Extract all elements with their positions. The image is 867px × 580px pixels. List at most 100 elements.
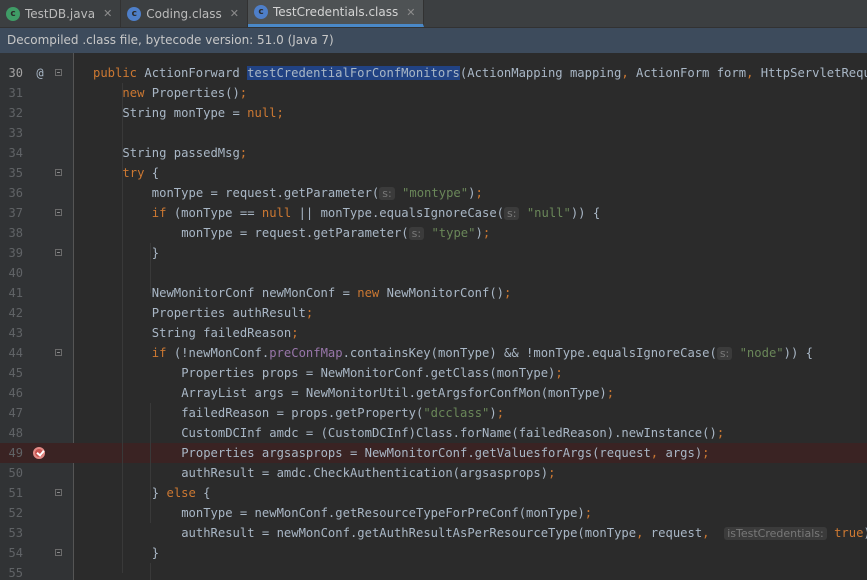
- fold-toggle-icon[interactable]: [55, 69, 62, 76]
- code-token: ActionForward: [137, 66, 248, 80]
- code-line[interactable]: 31 new Properties();: [0, 83, 867, 103]
- code-token: ): [489, 406, 497, 420]
- code-token: CustomDCInf amdc = (CustomDCInf)Class.fo…: [181, 426, 717, 440]
- close-icon[interactable]: ✕: [230, 7, 239, 20]
- code-token: authResult = newMonConf.getAuthResultAsP…: [181, 526, 637, 540]
- code-text: Properties authResult;: [152, 303, 313, 323]
- code-token: ,: [702, 526, 710, 540]
- breakpoint-icon[interactable]: [33, 447, 45, 459]
- code-token: ;: [239, 146, 248, 160]
- code-line[interactable]: 41 NewMonitorConf newMonConf = new NewMon…: [0, 283, 867, 303]
- tab-coding-class[interactable]: c Coding.class ✕: [121, 0, 248, 27]
- parameter-hint: s:: [716, 347, 733, 360]
- code-line[interactable]: 51} else {: [0, 483, 867, 503]
- code-token: }: [151, 546, 160, 560]
- code-token: ArrayList args = NewMonitorUtil.getArgsf…: [181, 386, 607, 400]
- close-icon[interactable]: ✕: [103, 7, 112, 20]
- code-text: String monType = null;: [122, 103, 283, 123]
- code-line[interactable]: 40: [0, 263, 867, 283]
- code-token: monType = newMonConf.getResourceTypeForP…: [181, 506, 585, 520]
- indent-guide: [150, 403, 151, 523]
- code-editor[interactable]: 30 @ public ActionForward testCredentialFo…: [0, 53, 867, 580]
- code-token: ;: [291, 326, 299, 340]
- code-line[interactable]: 35 try {: [0, 163, 867, 183]
- fold-toggle-icon[interactable]: [55, 169, 62, 176]
- fold-toggle-icon[interactable]: [55, 549, 62, 556]
- code-line[interactable]: 46 ArrayList args = NewMonitorUtil.getArg…: [0, 383, 867, 403]
- code-line[interactable]: 34 String passedMsg;: [0, 143, 867, 163]
- fold-toggle-icon[interactable]: [55, 249, 62, 256]
- code-token: if: [151, 206, 167, 220]
- code-token: NewMonitorConf(): [379, 286, 505, 300]
- code-line[interactable]: 45 Properties props = NewMonitorConf.getC…: [0, 363, 867, 383]
- override-annotation-icon[interactable]: @: [33, 63, 47, 83]
- code-token: }: [151, 246, 160, 260]
- code-line[interactable]: 33: [0, 123, 867, 143]
- code-line[interactable]: 36 monType = request.getParameter(s: "mon…: [0, 183, 867, 203]
- line-number: 33: [8, 126, 23, 140]
- code-token: new: [122, 86, 145, 100]
- code-token: Properties(): [144, 86, 240, 100]
- code-line[interactable]: 38 monType = request.getParameter(s: "typ…: [0, 223, 867, 243]
- code-line[interactable]: 53 authResult = newMonConf.getAuthResultA…: [0, 523, 867, 543]
- code-line[interactable]: 55: [0, 563, 867, 580]
- decompiled-info-banner: Decompiled .class file, bytecode version…: [0, 28, 867, 53]
- code-line[interactable]: 50 authResult = amdc.CheckAuthentication(…: [0, 463, 867, 483]
- code-token: null: [247, 106, 277, 120]
- code-token: ;: [555, 366, 563, 380]
- class-file-icon: c: [254, 5, 268, 19]
- code-token: "null": [526, 206, 571, 220]
- code-line[interactable]: 47 failedReason = props.getProperty("dccl…: [0, 403, 867, 423]
- line-number: 52: [8, 506, 23, 520]
- tab-testdb-java[interactable]: c TestDB.java ✕: [0, 0, 122, 27]
- fold-toggle-icon[interactable]: [55, 349, 62, 356]
- code-token: "type": [431, 226, 476, 240]
- code-token: else: [166, 486, 196, 500]
- code-token: )) {: [783, 346, 813, 360]
- code-token: ;: [305, 306, 314, 320]
- code-token: authResult = amdc.CheckAuthentication(ar…: [181, 466, 549, 480]
- code-token: ,: [621, 66, 629, 80]
- code-line-breakpoint[interactable]: 49 Properties argsasprops = NewMonitorCon…: [0, 443, 867, 463]
- code-token: String monType =: [122, 106, 248, 120]
- parameter-hint: s:: [408, 227, 425, 240]
- code-line[interactable]: 37 if (monType == null || monType.equalsI…: [0, 203, 867, 223]
- code-token: {: [195, 486, 211, 500]
- line-number: 50: [8, 466, 23, 480]
- code-line[interactable]: 42 Properties authResult;: [0, 303, 867, 323]
- code-token: || monType.equalsIgnoreCase(: [291, 206, 505, 220]
- close-icon[interactable]: ✕: [406, 6, 415, 19]
- code-line[interactable]: 32 String monType = null;: [0, 103, 867, 123]
- code-token: (ActionMapping mapping: [459, 66, 622, 80]
- code-line[interactable]: 52 monType = newMonConf.getResourceTypeFo…: [0, 503, 867, 523]
- code-token: (monType ==: [166, 206, 262, 220]
- code-line[interactable]: 43 String failedReason;: [0, 323, 867, 343]
- line-number: 30: [8, 66, 23, 80]
- line-number: 51: [8, 486, 23, 500]
- fold-toggle-icon[interactable]: [55, 489, 62, 496]
- fold-toggle-icon[interactable]: [55, 209, 62, 216]
- code-token: request: [643, 526, 703, 540]
- code-token: try: [122, 166, 145, 180]
- line-number: 31: [8, 86, 23, 100]
- code-text: Properties props = NewMonitorConf.getCla…: [181, 363, 563, 383]
- code-token: {: [144, 166, 160, 180]
- code-token: ;: [496, 406, 505, 420]
- line-number: 49: [8, 446, 23, 460]
- tab-testcredentials-class[interactable]: c TestCredentials.class ✕: [248, 0, 425, 27]
- code-line[interactable]: 39}: [0, 243, 867, 263]
- line-number: 35: [8, 166, 23, 180]
- code-text: authResult = newMonConf.getAuthResultAsP…: [181, 523, 867, 544]
- code-token: ): [863, 526, 867, 540]
- code-token: String passedMsg: [122, 146, 240, 160]
- code-token: ActionForm form: [628, 66, 747, 80]
- code-line[interactable]: 30 @ public ActionForward testCredentialFo…: [0, 63, 867, 83]
- code-line[interactable]: 54}: [0, 543, 867, 563]
- code-line[interactable]: 44 if (!newMonConf.preConfMap.containsKey…: [0, 343, 867, 363]
- line-number: 40: [8, 266, 23, 280]
- code-line[interactable]: 48 CustomDCInf amdc = (CustomDCInf)Class.…: [0, 423, 867, 443]
- code-token: Properties authResult: [151, 306, 306, 320]
- code-text: monType = request.getParameter(s: "monty…: [152, 183, 483, 204]
